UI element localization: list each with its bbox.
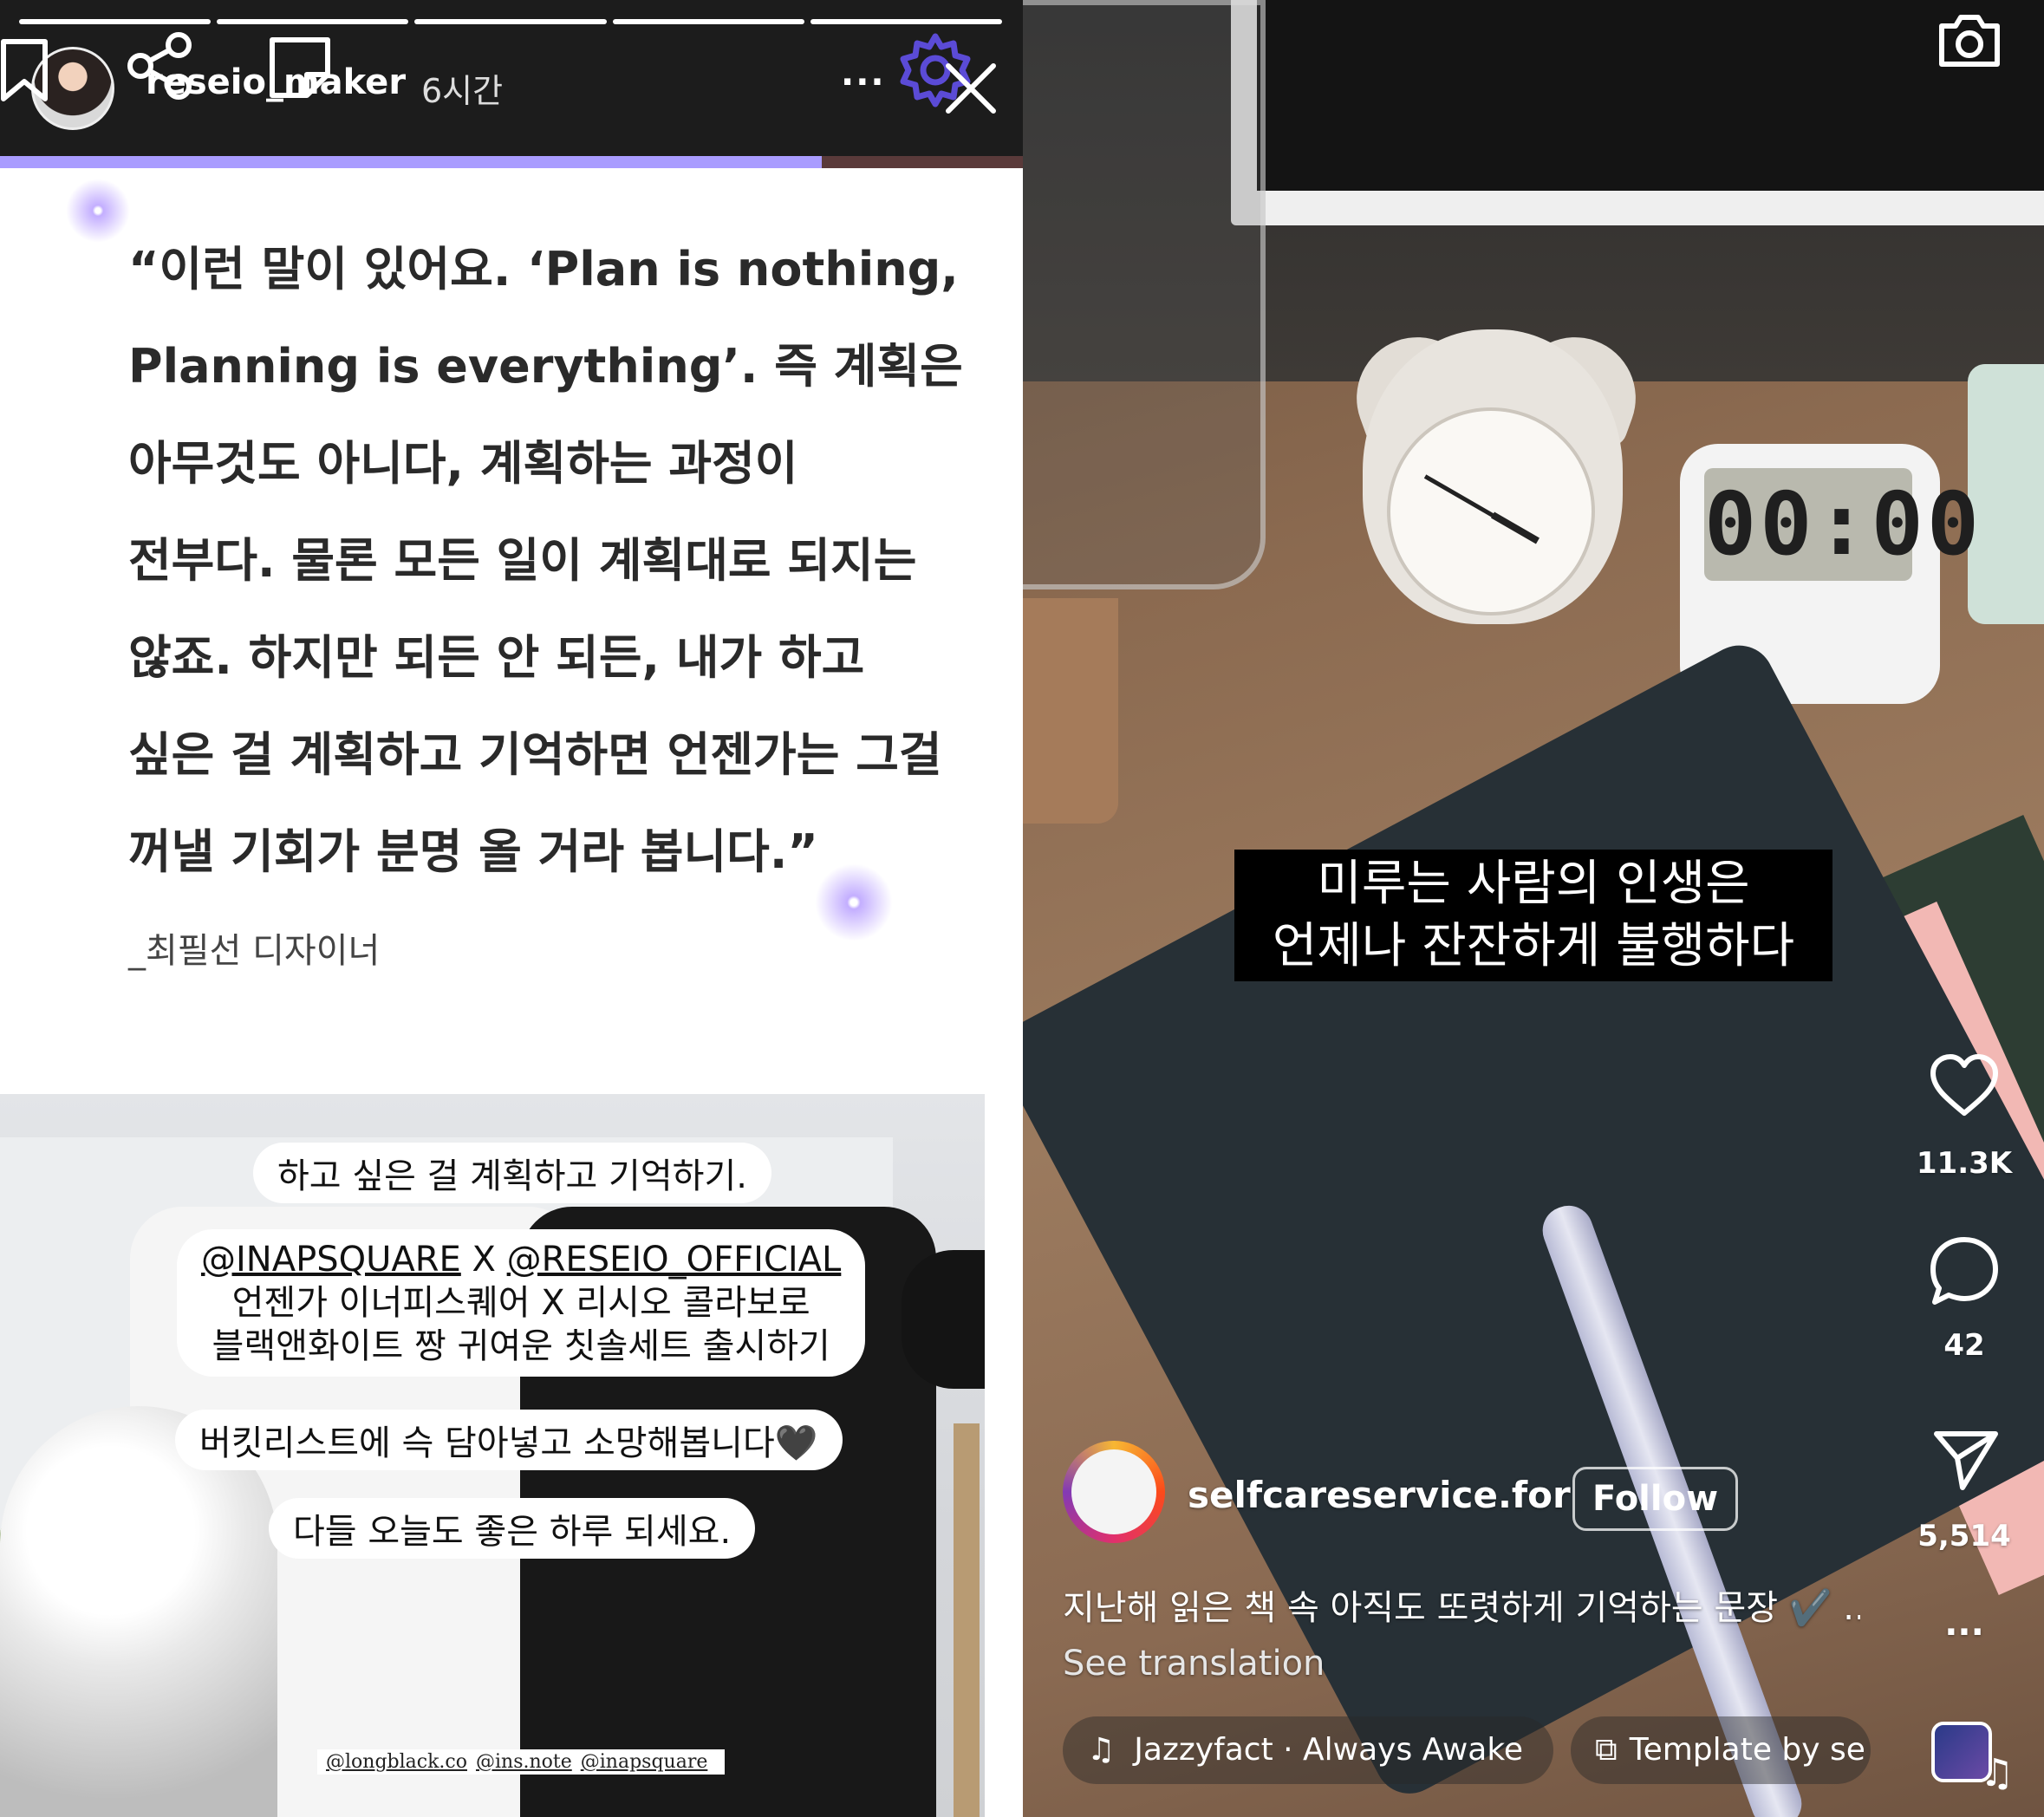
quote-line: “이런 말이 있어요. ‘Plan is nothing,	[128, 242, 959, 296]
quote-line: 않죠. 하지만 되든 안 되든, 내가 하고	[128, 630, 865, 685]
progress-segment	[217, 19, 409, 24]
audio-pill[interactable]: ♫ Jazzyfact · Always Awake	[1063, 1716, 1553, 1784]
quote-line: 전부다. 물론 모든 일이 계획대로 되지는	[128, 533, 917, 588]
clock-face	[1387, 407, 1595, 615]
sparkle-decoration	[66, 179, 130, 243]
black-cap	[902, 1250, 985, 1389]
story-text-chip: 다들 오늘도 좋은 하루 되세요.	[269, 1498, 756, 1559]
clock-minute-hand	[1423, 474, 1494, 518]
story-accent-bar-remainder	[822, 156, 1023, 168]
story-text-chip-collab: @INAPSQUARE X @RESEIO_OFFICIAL 언젠가 이너피스퀘…	[177, 1229, 866, 1377]
progress-segment	[612, 19, 804, 24]
close-icon[interactable]	[943, 61, 999, 116]
bookmark-icon[interactable]	[0, 38, 52, 104]
acrylic-stand	[1023, 0, 1266, 589]
follow-button[interactable]: Follow	[1572, 1467, 1739, 1531]
reel-avatar[interactable]	[1063, 1441, 1165, 1543]
story-text-chip: 하고 싶은 걸 계획하고 기억하기.	[253, 1143, 771, 1203]
template-label: Template by se	[1629, 1732, 1865, 1768]
quote-line: Planning is everything’. 즉 계획은	[128, 339, 963, 394]
like-count: 11.3K	[1916, 1146, 2013, 1181]
mention-link[interactable]: @RESEIO_OFFICIAL	[507, 1240, 842, 1280]
story-tag-line: @longblack.co @ins.note @inapsquare	[317, 1749, 726, 1775]
heart-icon[interactable]	[1928, 1052, 2001, 1118]
template-icon: ⧉	[1595, 1732, 1618, 1768]
story-panel: reseio_maker 6시간 ··· “이런 말이 있어요. ‘Plan i…	[0, 0, 1023, 1817]
quote-line: 꺼낼 기회가 분명 올 거라 봅니다.”	[128, 824, 818, 879]
share-count: 5,514	[1917, 1519, 2011, 1553]
subtitle-line: 언제나 잔잔하게 불행하다	[1272, 918, 1795, 974]
monitor-screen	[1257, 0, 2044, 191]
comment-count: 42	[1943, 1328, 1985, 1363]
progress-segment	[810, 19, 1003, 24]
mention-tag[interactable]: @inapsquare	[581, 1751, 708, 1773]
see-translation-link[interactable]: See translation	[1063, 1644, 1325, 1683]
reel-username[interactable]: selfcareservice.for	[1188, 1474, 1571, 1516]
collab-x: X	[460, 1240, 507, 1280]
mention-link[interactable]: @INAPSQUARE	[201, 1240, 461, 1280]
quote-line: 아무것도 아니다, 계획하는 과정이	[128, 436, 798, 491]
camera-icon[interactable]	[1937, 12, 2002, 69]
story-more-button[interactable]: ···	[841, 62, 886, 102]
reel-more-button[interactable]: ···	[1904, 1612, 2025, 1652]
easel	[954, 1423, 980, 1817]
story-username[interactable]: reseio_maker	[146, 62, 406, 102]
mention-tag[interactable]: @longblack.co	[326, 1751, 467, 1773]
story-timestamp: 6시간	[421, 72, 504, 110]
collab-line: 블랙앤화이트 짱 귀여운 칫솔세트 출시하기	[212, 1326, 830, 1366]
send-icon[interactable]	[1931, 1427, 2001, 1491]
dark-notebook	[1023, 633, 2044, 1806]
video-subtitle: 미루는 사람의 인생은 언제나 잔잔하게 불행하다	[1234, 850, 1832, 981]
story-header: reseio_maker 6시간 ···	[0, 0, 1023, 156]
progress-segment	[414, 19, 607, 24]
subtitle-line: 미루는 사람의 인생은	[1317, 856, 1750, 912]
story-progress-bar	[19, 19, 1003, 24]
clock-hour-hand	[1491, 511, 1540, 544]
progress-segment	[19, 19, 212, 24]
collab-line: 언젠가 이너피스퀘어 X 리시오 콜라보로	[231, 1283, 810, 1323]
quote-line: 싶은 걸 계획하고 기억하면 언젠가는 그걸	[128, 727, 942, 782]
mention-tag[interactable]: @ins.note	[476, 1751, 572, 1773]
reel-caption[interactable]: 지난해 읽은 책 속 아직도 또렷하게 기억하는 문장 ✔️ ...	[1063, 1579, 1860, 1630]
comment-icon[interactable]	[1928, 1234, 2001, 1307]
story-accent-bar	[0, 156, 822, 168]
music-note-icon: ♫	[1087, 1732, 1116, 1768]
collab-mentions: @INAPSQUARE X @RESEIO_OFFICIAL	[201, 1238, 841, 1281]
quote-text: “이런 말이 있어요. ‘Plan is nothing, Planning i…	[128, 221, 995, 901]
template-pill[interactable]: ⧉ Template by se	[1571, 1716, 1871, 1784]
audio-label: Jazzyfact · Always Awake	[1134, 1732, 1524, 1768]
music-note-icon: ♫	[1980, 1751, 2015, 1795]
story-text-chip: 버킷리스트에 슥 담아넣고 소망해봅니다🖤	[175, 1410, 843, 1470]
timer-display: 00:00	[1704, 468, 1979, 581]
wood-shelf	[1023, 598, 1118, 824]
quote-attribution: _최필선 디자이너	[128, 931, 381, 971]
